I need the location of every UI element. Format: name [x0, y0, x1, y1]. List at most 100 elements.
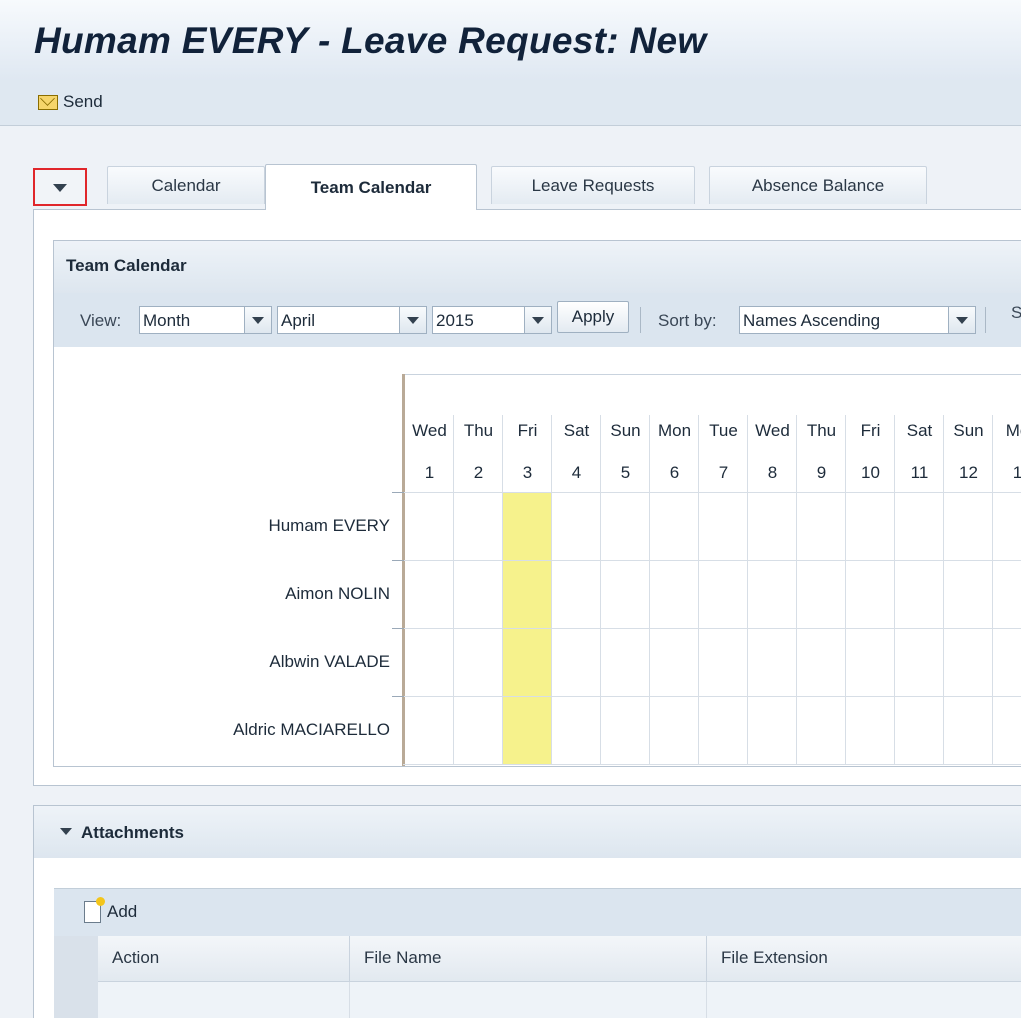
new-document-icon — [84, 897, 105, 923]
chevron-down-icon — [956, 317, 968, 324]
team-calendar-toolbar: View: Month April 2015 Apply Sort by: Na… — [54, 293, 1021, 348]
day-name-header: Fri — [517, 421, 538, 440]
column-header-file-name[interactable]: File Name — [350, 936, 707, 982]
day-name-header: Mon — [657, 421, 692, 440]
sort-dropdown-button[interactable] — [948, 307, 975, 333]
calendar-grid: Wed 1 Thu 2 Fri 3 Sat 4 Sun 5 Mon 6 Tue 7 Wed 8 Thu 9 Fri 1… — [54, 347, 1021, 766]
year-select[interactable]: 2015 — [432, 306, 552, 334]
day-number-header: 5 — [620, 463, 631, 482]
grid-line — [403, 560, 1021, 561]
day-name-header: Fri — [860, 421, 881, 440]
envelope-icon — [38, 94, 58, 110]
attachments-panel: Attachments Add Action File Name File Ex… — [33, 805, 1021, 1018]
day-name-header: Sun — [953, 421, 984, 440]
day-number-header: 1 — [424, 463, 435, 482]
tab-leave-requests[interactable]: Leave Requests — [491, 166, 695, 204]
tab-calendar[interactable]: Calendar — [107, 166, 265, 204]
row-marker — [392, 560, 404, 561]
tab-team-calendar[interactable]: Team Calendar — [265, 164, 477, 210]
truncated-label: S — [1011, 303, 1021, 322]
day-number-header: 8 — [767, 463, 778, 482]
column-header-file-extension[interactable]: File Extension — [707, 936, 1021, 982]
chevron-down-icon — [532, 317, 544, 324]
view-select[interactable]: Month — [139, 306, 272, 334]
employee-name: Albwin VALADE — [269, 652, 390, 671]
team-calendar-header: Team Calendar — [54, 241, 1021, 293]
grid-line — [894, 415, 895, 764]
table-cell[interactable] — [98, 982, 350, 1018]
calendar-frame — [403, 374, 1021, 375]
add-attachment-button[interactable]: Add — [84, 897, 138, 923]
day-name-header: Tue — [709, 421, 738, 440]
grid-line — [845, 415, 846, 764]
chevron-down-icon — [252, 317, 264, 324]
grid-line — [992, 415, 993, 764]
grid-line — [649, 415, 650, 764]
toolbar-separator — [640, 307, 641, 333]
day-name-header: Sat — [563, 421, 590, 440]
day-number-header: 1 — [1012, 463, 1021, 482]
tab-absence-balance[interactable]: Absence Balance — [709, 166, 927, 204]
month-select[interactable]: April — [277, 306, 427, 334]
page-title: Humam EVERY - Leave Request: New — [34, 20, 707, 61]
grid-line — [551, 415, 552, 764]
day-name-header: Thu — [463, 421, 494, 440]
row-selector-column[interactable] — [54, 936, 99, 1018]
day-number-header: 3 — [522, 463, 533, 482]
day-number-header: 9 — [816, 463, 827, 482]
view-value: Month — [143, 311, 191, 330]
day-name-header: Mo — [1005, 421, 1021, 440]
grid-line — [698, 415, 699, 764]
tab-menu-button[interactable] — [33, 168, 87, 206]
employee-name: Aimon NOLIN — [285, 584, 390, 603]
send-button[interactable]: Send — [38, 90, 103, 114]
employee-name: Humam EVERY — [268, 516, 390, 535]
year-dropdown-button[interactable] — [524, 307, 551, 333]
row-marker — [392, 628, 404, 629]
grid-line — [403, 492, 1021, 493]
day-name-header: Thu — [806, 421, 837, 440]
team-calendar-title: Team Calendar — [66, 256, 187, 275]
chevron-down-icon — [60, 828, 72, 835]
month-dropdown-button[interactable] — [399, 307, 426, 333]
day-name-header: Wed — [412, 421, 447, 440]
sort-label: Sort by: — [658, 311, 717, 330]
view-dropdown-button[interactable] — [244, 307, 271, 333]
day-number-header: 12 — [959, 463, 978, 482]
send-label: Send — [63, 92, 103, 111]
tab-label: Calendar — [151, 175, 221, 195]
day-number-header: 7 — [718, 463, 729, 482]
team-calendar-panel: Team Calendar View: Month April 2015 App… — [53, 240, 1021, 767]
attachments-table: Action File Name File Extension — [54, 936, 1021, 1018]
grid-line — [403, 764, 1021, 765]
day-number-header: 10 — [861, 463, 880, 482]
apply-button[interactable]: Apply — [557, 301, 629, 333]
grid-line — [943, 415, 944, 764]
day-number-header: 11 — [910, 463, 929, 482]
tab-label: Leave Requests — [531, 175, 655, 195]
sort-select[interactable]: Names Ascending — [739, 306, 976, 334]
month-value: April — [281, 311, 316, 330]
grid-line — [796, 415, 797, 764]
grid-line — [747, 415, 748, 764]
tab-label: Team Calendar — [310, 177, 432, 197]
day-number-header: 2 — [473, 463, 484, 482]
table-cell[interactable] — [707, 982, 1021, 1018]
row-marker — [392, 492, 404, 493]
grid-line — [403, 696, 1021, 697]
day-number-header: 4 — [571, 463, 582, 482]
add-label: Add — [107, 902, 138, 921]
year-value: 2015 — [436, 311, 474, 330]
employee-name: Aldric MACIARELLO — [233, 720, 390, 739]
grid-line — [453, 415, 454, 764]
table-cell[interactable] — [350, 982, 707, 1018]
day-name-header: Sat — [906, 421, 933, 440]
column-header-action[interactable]: Action — [98, 936, 350, 982]
tabstrip: Calendar Team Calendar Leave Requests Ab… — [33, 160, 1021, 210]
day-name-header: Sun — [610, 421, 641, 440]
tab-label: Absence Balance — [751, 175, 885, 195]
attachments-header[interactable]: Attachments — [34, 806, 1021, 858]
day-number-header: 6 — [669, 463, 680, 482]
chevron-down-icon — [407, 317, 419, 324]
sort-value: Names Ascending — [743, 311, 881, 330]
